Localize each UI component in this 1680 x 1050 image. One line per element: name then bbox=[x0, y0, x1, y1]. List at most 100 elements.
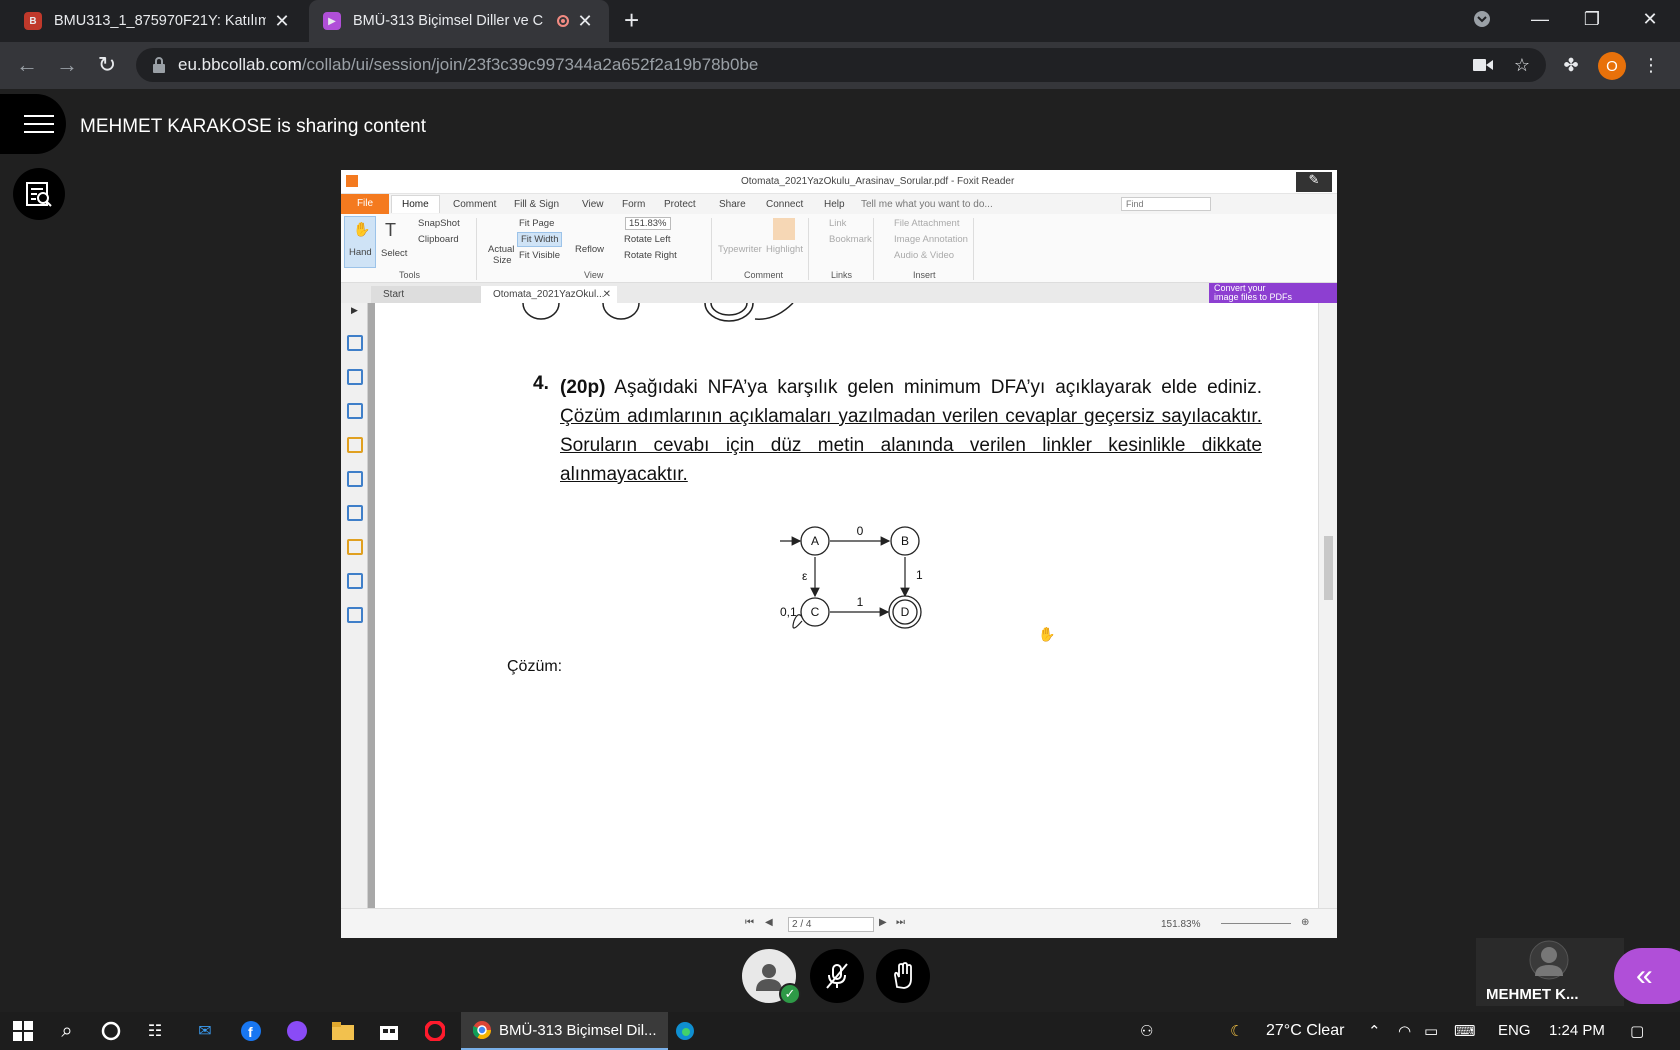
attachments-panel-icon[interactable] bbox=[347, 471, 363, 487]
extensions-icon[interactable]: ✤ bbox=[1556, 50, 1586, 80]
forward-icon[interactable]: → bbox=[52, 50, 82, 80]
comments-panel-icon[interactable] bbox=[347, 437, 363, 453]
camera-icon[interactable] bbox=[1468, 50, 1498, 80]
link-button[interactable]: Link bbox=[829, 218, 846, 229]
actual-size-label-2[interactable]: Size bbox=[493, 255, 511, 266]
microphone-toggle-button[interactable] bbox=[810, 949, 864, 1003]
layers-panel-icon[interactable] bbox=[347, 403, 363, 419]
menu-comment[interactable]: Comment bbox=[453, 199, 496, 210]
menu-protect[interactable]: Protect bbox=[664, 199, 696, 210]
zoom-select[interactable]: 151.83% bbox=[625, 217, 671, 230]
close-doc-tab-icon[interactable]: ✕ bbox=[603, 286, 611, 303]
show-hidden-icons-icon[interactable]: ⌃ bbox=[1368, 1022, 1381, 1040]
highlight-button[interactable]: Highlight bbox=[766, 244, 803, 255]
tab-document[interactable]: Otomata_2021YazOkul... ✕ bbox=[481, 286, 617, 303]
menu-home[interactable]: Home bbox=[391, 195, 440, 213]
select-tool-label[interactable]: Select bbox=[381, 248, 407, 259]
content-viewer-icon[interactable] bbox=[13, 168, 65, 220]
fit-visible-button[interactable]: Fit Visible bbox=[519, 250, 560, 261]
back-icon[interactable]: ← bbox=[12, 50, 42, 80]
battery-icon[interactable]: ▭ bbox=[1424, 1022, 1438, 1040]
profile-avatar[interactable]: O bbox=[1598, 52, 1626, 80]
tab-search-icon[interactable] bbox=[1456, 0, 1508, 38]
pdf-vertical-scrollbar[interactable] bbox=[1318, 303, 1337, 908]
bookmark-button[interactable]: Bookmark bbox=[829, 234, 872, 245]
typewriter-button[interactable]: Typewriter bbox=[718, 244, 762, 255]
pdf-page-view[interactable]: 4. (20p) Aşağıdaki NFA’ya karşılık gelen… bbox=[368, 303, 1314, 908]
raise-hand-button[interactable] bbox=[876, 949, 930, 1003]
close-tab-icon[interactable]: ✕ bbox=[272, 11, 292, 32]
windows-start-icon[interactable] bbox=[8, 1012, 38, 1050]
collab-menu-button[interactable] bbox=[0, 94, 66, 154]
last-page-icon[interactable]: ⏭ bbox=[896, 917, 905, 928]
close-window-icon[interactable]: ✕ bbox=[1624, 0, 1676, 38]
wifi-icon[interactable]: ◠ bbox=[1398, 1022, 1411, 1040]
menu-connect[interactable]: Connect bbox=[766, 199, 803, 210]
task-view-icon[interactable]: ☷ bbox=[140, 1012, 170, 1050]
image-annotation-button[interactable]: Image Annotation bbox=[894, 234, 968, 245]
pages-panel-icon[interactable] bbox=[347, 369, 363, 385]
people-icon[interactable]: ⚇ bbox=[1140, 1022, 1153, 1040]
destinations-panel-icon[interactable] bbox=[347, 573, 363, 589]
rotate-right-button[interactable]: Rotate Right bbox=[624, 250, 677, 261]
audio-video-button[interactable]: Audio & Video bbox=[894, 250, 954, 261]
fit-page-button[interactable]: Fit Page bbox=[519, 218, 554, 229]
tell-me-search[interactable]: Tell me what you want to do... bbox=[861, 199, 993, 210]
file-explorer-icon[interactable] bbox=[328, 1012, 358, 1050]
messenger-icon[interactable] bbox=[282, 1012, 312, 1050]
search-icon[interactable]: ⌕ bbox=[52, 1012, 82, 1050]
browser-tab-blackboard[interactable]: B BMU313_1_875970F21Y: Katılımc ✕ bbox=[10, 0, 306, 42]
menu-file[interactable]: File bbox=[341, 194, 389, 214]
hand-tool-button[interactable]: ✋ Hand bbox=[344, 216, 376, 268]
convert-promo-banner[interactable]: Convert your image files to PDFs bbox=[1209, 283, 1337, 303]
store-icon[interactable] bbox=[374, 1012, 404, 1050]
address-bar[interactable]: eu.bbcollab.com/collab/ui/session/join/2… bbox=[136, 48, 1546, 82]
chrome-menu-icon[interactable]: ⋮ bbox=[1636, 50, 1666, 80]
expand-pane-icon[interactable]: ▶ bbox=[351, 305, 358, 316]
menu-share[interactable]: Share bbox=[719, 199, 746, 210]
menu-form[interactable]: Form bbox=[622, 199, 645, 210]
notifications-icon[interactable]: ▢ bbox=[1630, 1022, 1644, 1040]
snapshot-button[interactable]: SnapShot bbox=[418, 218, 460, 229]
edge-icon[interactable] bbox=[670, 1012, 700, 1050]
opera-icon[interactable] bbox=[420, 1012, 450, 1050]
language-indicator[interactable]: ENG bbox=[1498, 1022, 1531, 1039]
restore-icon[interactable]: ❐ bbox=[1566, 0, 1618, 38]
next-page-icon[interactable]: ▶ bbox=[879, 917, 887, 928]
previous-page-icon[interactable]: ◀ bbox=[765, 917, 773, 928]
actual-size-label-1[interactable]: Actual bbox=[488, 244, 514, 255]
facebook-icon[interactable]: f bbox=[236, 1012, 266, 1050]
fit-width-button[interactable]: Fit Width bbox=[517, 232, 563, 247]
clipboard-button[interactable]: Clipboard bbox=[418, 234, 459, 245]
signatures-panel-icon[interactable] bbox=[347, 505, 363, 521]
menu-help[interactable]: Help bbox=[824, 199, 845, 210]
keyboard-icon[interactable]: ⌨ bbox=[1454, 1022, 1476, 1040]
cortana-icon[interactable] bbox=[96, 1012, 126, 1050]
page-number-input[interactable]: 2 / 4 bbox=[788, 917, 874, 932]
mail-icon[interactable]: ✉ bbox=[190, 1012, 220, 1050]
weather-text[interactable]: 27°C Clear bbox=[1266, 1022, 1344, 1040]
taskbar-chrome-window[interactable]: BMÜ-313 Biçimsel Dil... bbox=[461, 1012, 668, 1050]
zoom-slider[interactable] bbox=[1221, 923, 1291, 924]
scrollbar-thumb[interactable] bbox=[1324, 536, 1333, 600]
annotation-toggle-icon[interactable]: ✎ bbox=[1296, 172, 1332, 192]
browser-tab-collab[interactable]: ▶ BMÜ-313 Biçimsel Diller ve C ✕ bbox=[309, 0, 609, 42]
bookmarks-panel-icon[interactable] bbox=[347, 335, 363, 351]
file-attachment-button[interactable]: File Attachment bbox=[894, 218, 959, 229]
menu-fill-sign[interactable]: Fill & Sign bbox=[514, 199, 559, 210]
find-input[interactable]: Find bbox=[1121, 197, 1211, 211]
reflow-button[interactable]: Reflow bbox=[575, 244, 604, 255]
zoom-in-icon[interactable]: ⊕ bbox=[1301, 917, 1309, 928]
minimize-icon[interactable]: — bbox=[1514, 0, 1566, 38]
open-collaborate-panel-button[interactable]: « bbox=[1614, 948, 1680, 1004]
content-panel-icon[interactable] bbox=[347, 607, 363, 623]
security-panel-icon[interactable] bbox=[347, 539, 363, 555]
clock-time[interactable]: 1:24 PM bbox=[1549, 1022, 1605, 1039]
new-tab-icon[interactable]: + bbox=[624, 5, 639, 36]
first-page-icon[interactable]: ⏮ bbox=[745, 917, 754, 928]
bookmark-star-icon[interactable]: ☆ bbox=[1507, 50, 1537, 80]
menu-view[interactable]: View bbox=[582, 199, 604, 210]
rotate-left-button[interactable]: Rotate Left bbox=[624, 234, 670, 245]
reload-icon[interactable]: ↻ bbox=[92, 50, 122, 80]
close-tab-icon[interactable]: ✕ bbox=[575, 11, 595, 32]
